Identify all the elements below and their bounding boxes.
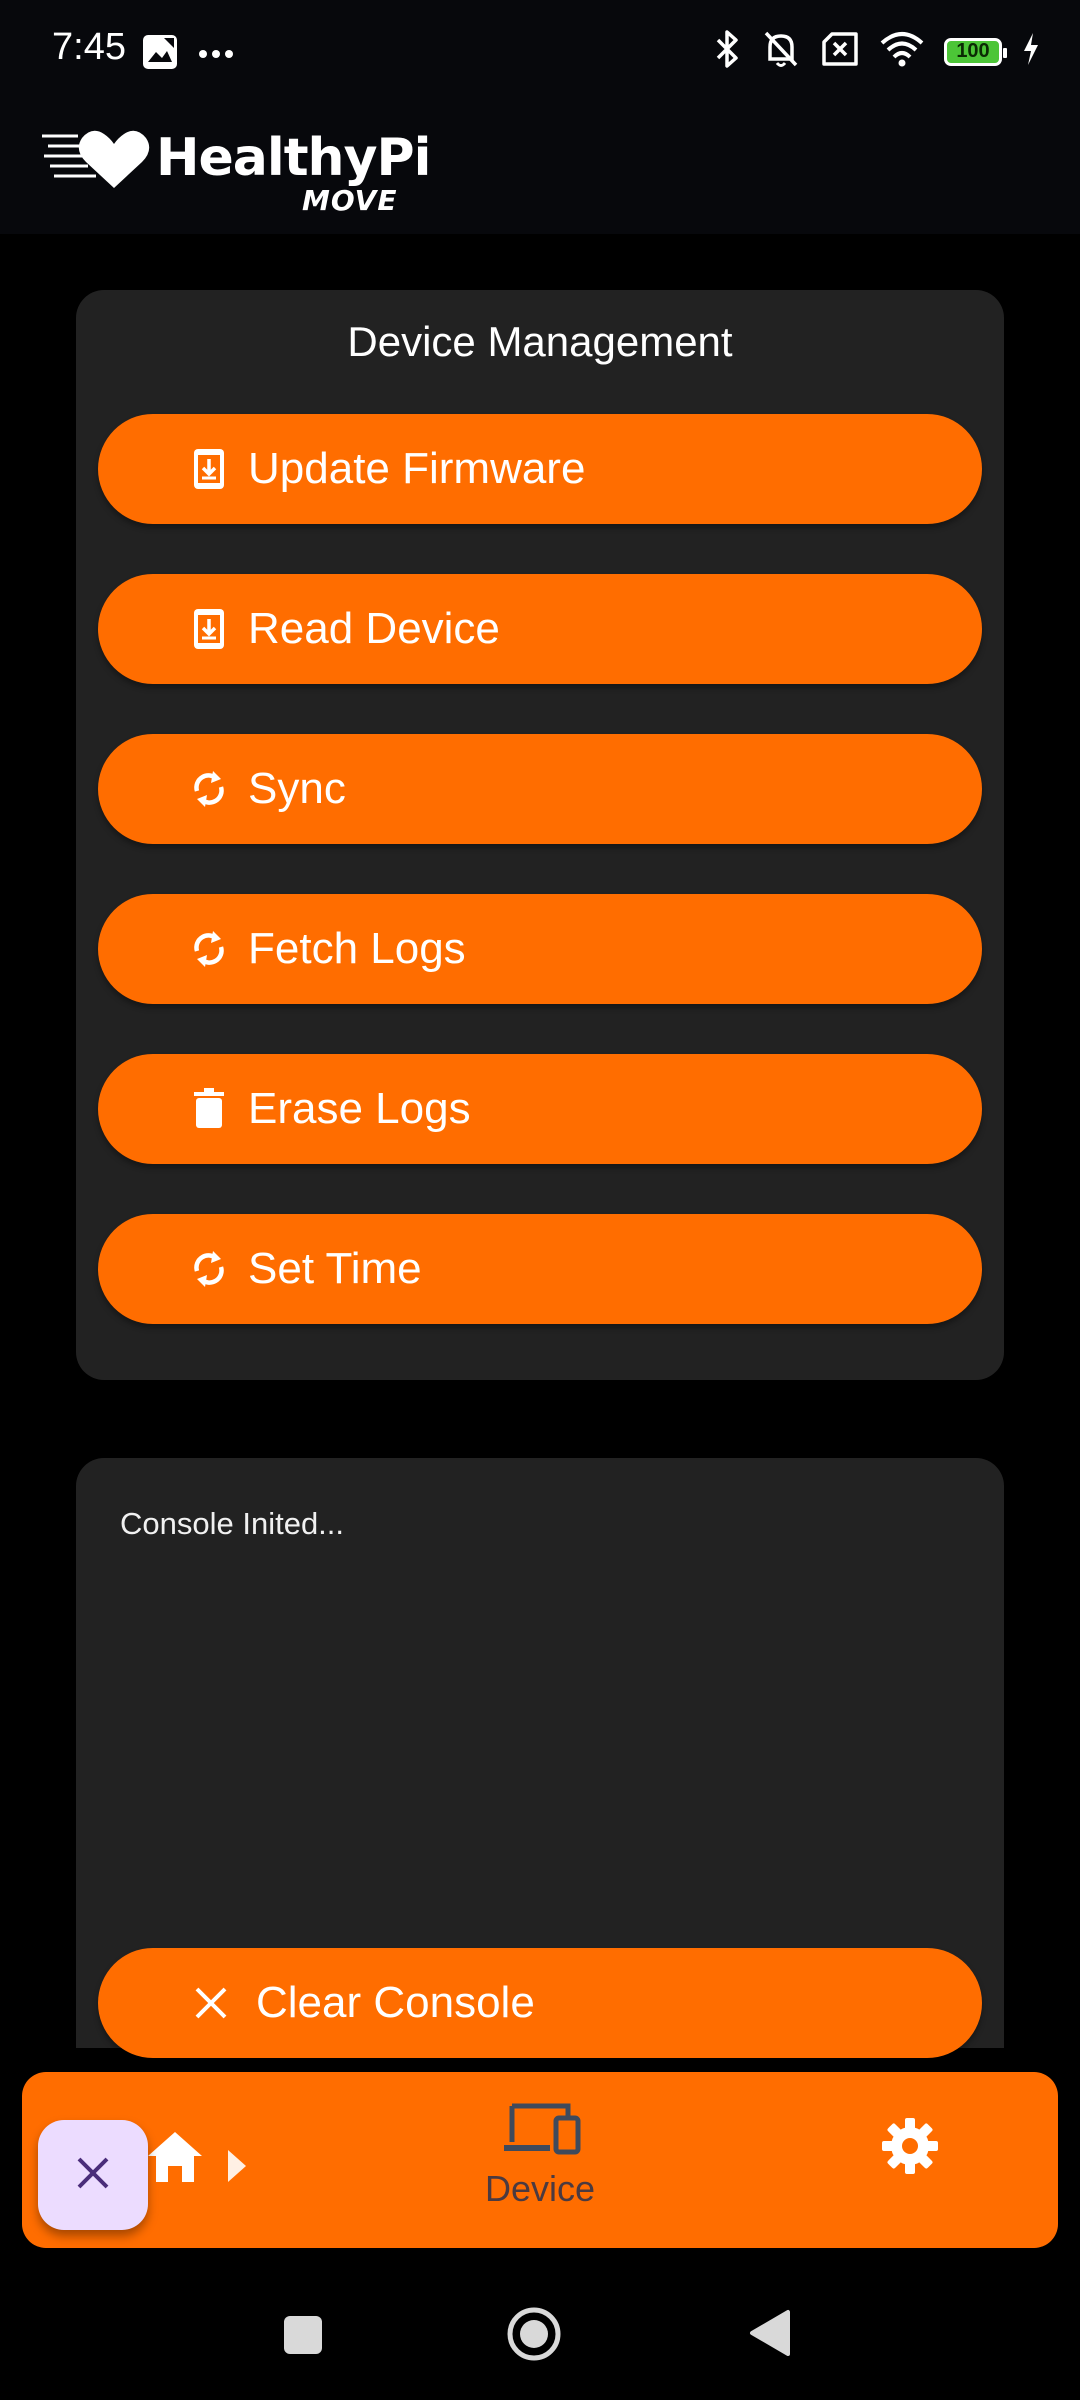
button-label: Update Firmware xyxy=(248,444,586,493)
more-dots-icon xyxy=(198,46,234,64)
button-label: Sync xyxy=(248,764,346,813)
set-time-button[interactable]: Set Time xyxy=(98,1214,982,1324)
status-time: 7:45 xyxy=(52,26,126,68)
console-card: Console Inited... Clear Console xyxy=(76,1458,1004,2058)
erase-logs-button[interactable]: Erase Logs xyxy=(98,1054,982,1164)
console-output: Console Inited... xyxy=(120,1506,345,1541)
button-label: Fetch Logs xyxy=(248,924,466,973)
download-phone-icon xyxy=(184,444,234,494)
bell-off-icon xyxy=(762,29,800,74)
fetch-logs-button[interactable]: Fetch Logs xyxy=(98,894,982,1004)
update-firmware-button[interactable]: Update Firmware xyxy=(98,414,982,524)
sync-icon xyxy=(184,924,234,974)
charging-bolt-icon xyxy=(1022,32,1040,71)
sync-icon xyxy=(184,764,234,814)
home-circle-icon[interactable] xyxy=(506,2306,562,2362)
bottom-nav: Device xyxy=(22,2072,1058,2248)
recents-square-icon[interactable] xyxy=(284,2316,322,2354)
clear-console-button[interactable]: Clear Console xyxy=(98,1948,982,2058)
read-device-button[interactable]: Read Device xyxy=(98,574,982,684)
button-label: Read Device xyxy=(248,604,500,653)
system-nav-bar xyxy=(0,2264,1080,2400)
card-title: Device Management xyxy=(347,318,733,365)
sync-icon xyxy=(184,1244,234,1294)
bluetooth-icon xyxy=(714,28,742,75)
close-icon xyxy=(73,2153,113,2198)
devices-icon[interactable] xyxy=(502,2102,582,2158)
download-phone-icon xyxy=(184,604,234,654)
settings-gear-icon[interactable] xyxy=(878,2114,942,2178)
button-label: Set Time xyxy=(248,1244,422,1293)
trash-icon xyxy=(184,1084,234,1134)
heart-logo-icon xyxy=(42,130,150,188)
close-icon xyxy=(186,1978,236,2028)
photo-icon xyxy=(140,32,180,77)
status-bar: 7:45 100 xyxy=(0,0,1080,104)
app-bar: HealthyPi MOVE xyxy=(0,104,1080,234)
logo-name: HealthyPi xyxy=(156,128,431,188)
battery-icon: 100 xyxy=(944,37,1007,66)
button-label: Clear Console xyxy=(256,1978,535,2027)
button-label: Erase Logs xyxy=(248,1084,471,1133)
sync-button[interactable]: Sync xyxy=(98,734,982,844)
back-triangle-icon[interactable] xyxy=(748,2308,792,2358)
logo-subtitle: MOVE xyxy=(302,184,398,217)
wifi-icon xyxy=(880,31,924,72)
device-management-card: Device Management Update Firmware Read D… xyxy=(76,290,1004,1380)
app-logo: HealthyPi MOVE xyxy=(40,116,431,217)
close-fab-button[interactable] xyxy=(38,2120,148,2230)
sim-off-icon xyxy=(820,31,860,72)
